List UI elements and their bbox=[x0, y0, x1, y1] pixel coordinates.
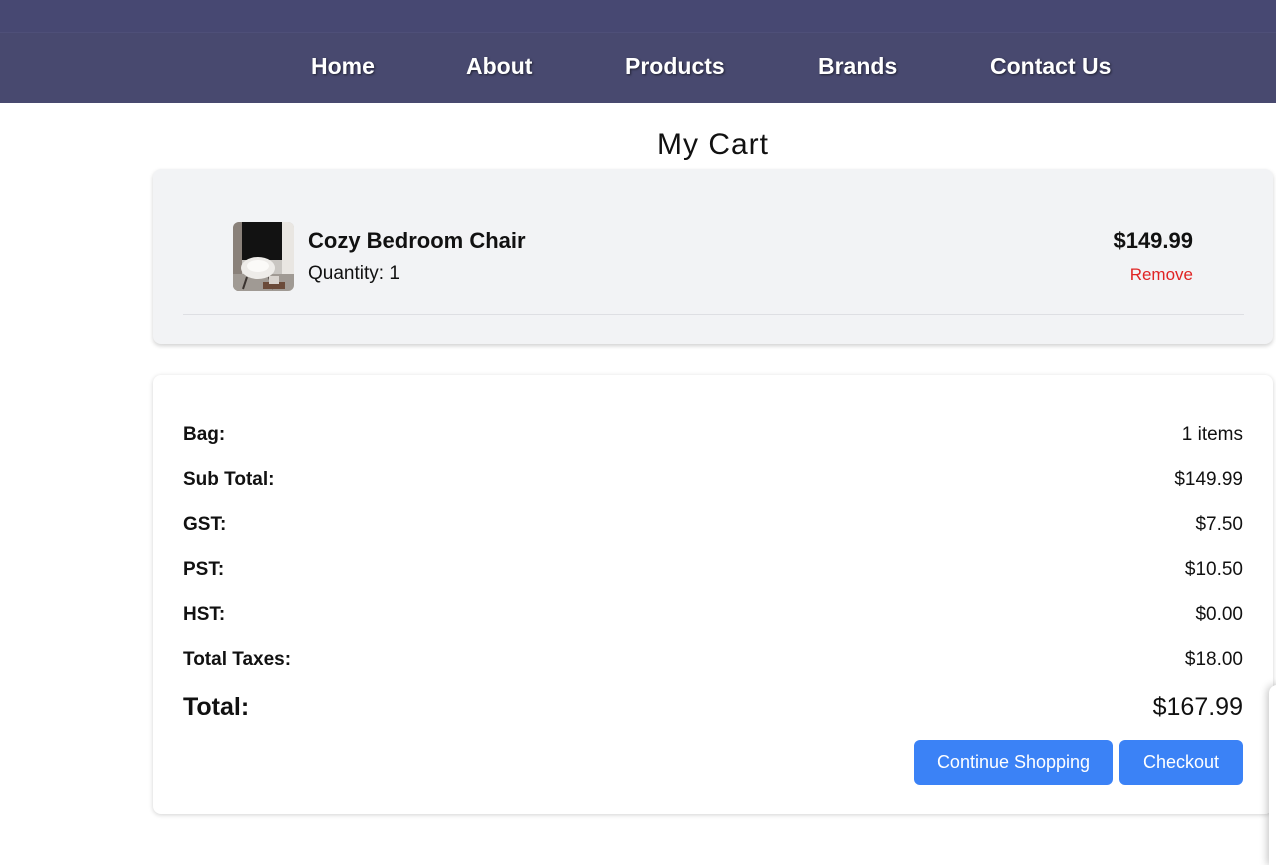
nav-home-link[interactable]: Home bbox=[311, 53, 375, 80]
nav-products-link[interactable]: Products bbox=[625, 53, 725, 80]
cart-item: Cozy Bedroom Chair Quantity: 1 $149.99 R… bbox=[183, 193, 1244, 315]
chair-image-icon bbox=[233, 222, 294, 291]
order-summary-card: Bag: 1 items Sub Total: $149.99 GST: $7.… bbox=[153, 375, 1273, 814]
remove-item-link[interactable]: Remove bbox=[1130, 265, 1193, 285]
summary-row-total-taxes: Total Taxes: $18.00 bbox=[183, 649, 1243, 675]
product-name[interactable]: Cozy Bedroom Chair bbox=[308, 228, 526, 254]
summary-value: $0.00 bbox=[1195, 604, 1243, 625]
nav-brands-link[interactable]: Brands bbox=[818, 53, 897, 80]
nav-about-link[interactable]: About bbox=[466, 53, 532, 80]
summary-label: GST: bbox=[183, 514, 227, 535]
summary-row-pst: PST: $10.50 bbox=[183, 559, 1243, 585]
total-value: $167.99 bbox=[1152, 693, 1243, 721]
summary-row-gst: GST: $7.50 bbox=[183, 514, 1243, 540]
summary-row-total: Total: $167.99 bbox=[183, 693, 1243, 725]
page-title: My Cart bbox=[657, 128, 769, 161]
summary-value: $10.50 bbox=[1184, 559, 1243, 580]
side-panel-edge bbox=[1269, 685, 1276, 865]
summary-row-bag: Bag: 1 items bbox=[183, 424, 1243, 450]
cart-items-card: Cozy Bedroom Chair Quantity: 1 $149.99 R… bbox=[153, 169, 1273, 344]
product-quantity: Quantity: 1 bbox=[308, 263, 400, 284]
product-thumbnail[interactable] bbox=[233, 222, 294, 291]
header-bar: Home About Products Brands Contact Us bbox=[0, 0, 1276, 103]
summary-row-hst: HST: $0.00 bbox=[183, 604, 1243, 630]
summary-value: $18.00 bbox=[1184, 649, 1243, 670]
summary-label: PST: bbox=[183, 559, 225, 580]
summary-value: 1 items bbox=[1181, 424, 1243, 445]
summary-label: HST: bbox=[183, 604, 226, 625]
summary-label: Total Taxes: bbox=[183, 649, 292, 670]
summary-value: $149.99 bbox=[1174, 469, 1243, 490]
summary-label: Sub Total: bbox=[183, 469, 275, 490]
total-label: Total: bbox=[183, 693, 250, 721]
summary-label: Bag: bbox=[183, 424, 226, 445]
main-nav: Home About Products Brands Contact Us bbox=[0, 32, 1276, 103]
summary-value: $7.50 bbox=[1195, 514, 1243, 535]
nav-contact-link[interactable]: Contact Us bbox=[990, 53, 1111, 80]
checkout-button[interactable]: Checkout bbox=[1119, 740, 1243, 785]
continue-shopping-button[interactable]: Continue Shopping bbox=[914, 740, 1113, 785]
header-top-strip bbox=[0, 0, 1276, 33]
product-price: $149.99 bbox=[1113, 228, 1193, 253]
summary-row-subtotal: Sub Total: $149.99 bbox=[183, 469, 1243, 495]
